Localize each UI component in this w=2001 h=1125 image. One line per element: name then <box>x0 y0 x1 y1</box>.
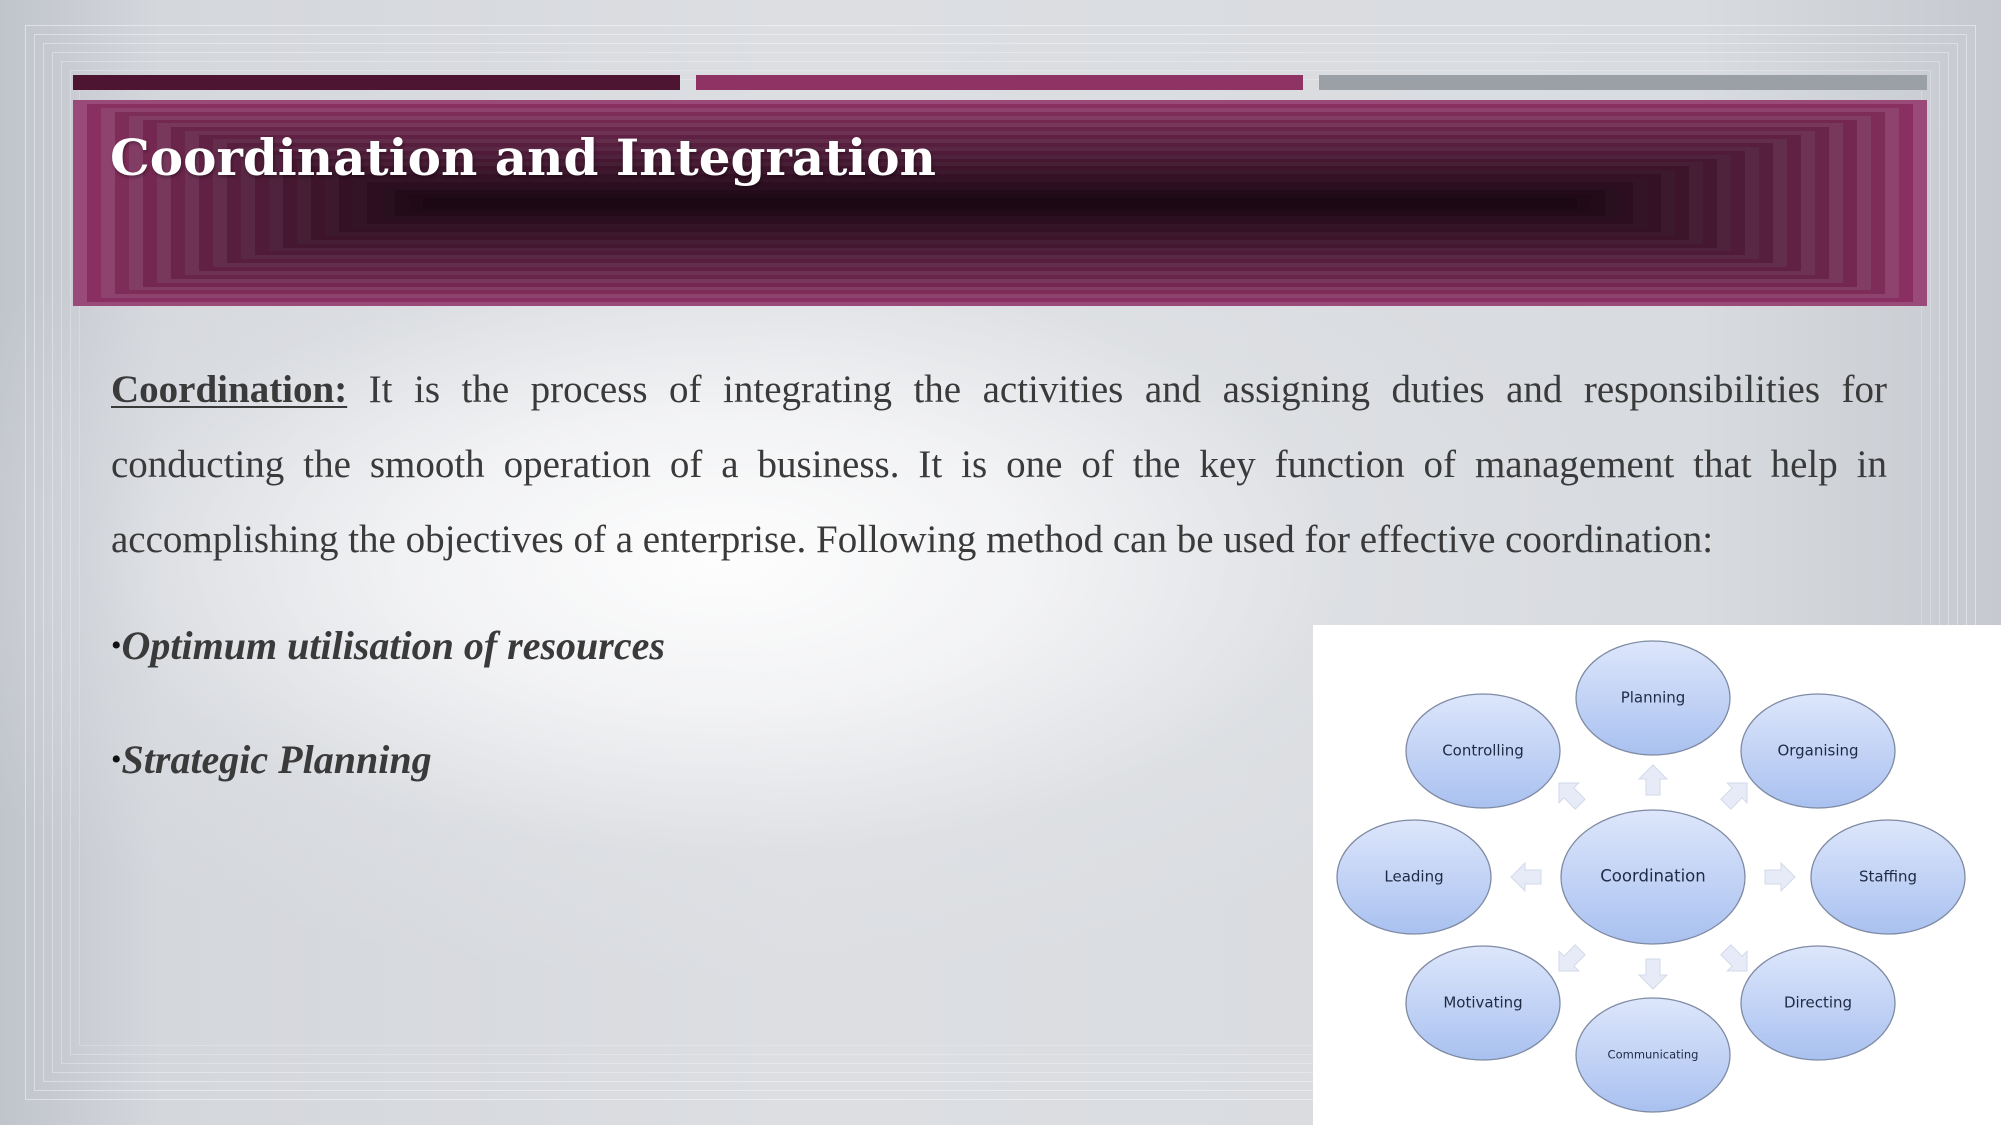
title-band-stripe <box>423 197 1577 209</box>
node-organising-label: Organising <box>1777 742 1858 760</box>
bullet-item: •Strategic Planning <box>111 736 432 783</box>
bullet-label: Optimum utilisation of resources <box>121 623 665 668</box>
arrow-left-icon <box>1510 861 1542 893</box>
node-communicating-label: Communicating <box>1608 1048 1699 1062</box>
node-communicating: Communicating <box>1575 997 1731 1113</box>
node-directing-label: Directing <box>1784 994 1852 1012</box>
arrow-right-icon <box>1764 861 1796 893</box>
node-motivating-label: Motivating <box>1443 994 1522 1012</box>
arrow-down-icon <box>1637 958 1669 990</box>
accent-bar-dark <box>73 75 680 90</box>
bullet-label: Strategic Planning <box>121 737 432 782</box>
body-paragraph: Coordination: It is the process of integ… <box>111 352 1887 577</box>
nodes-layer: Planning Organising Staffing Directing Commu… <box>1336 640 1966 1113</box>
node-controlling: Controlling <box>1405 693 1561 809</box>
node-center-label: Coordination <box>1600 867 1705 886</box>
coordination-diagram: Planning Organising Staffing Directing Commu… <box>1313 625 2001 1125</box>
accent-bar-magenta <box>696 75 1303 90</box>
node-leading: Leading <box>1336 819 1492 935</box>
node-center: Coordination <box>1560 809 1746 945</box>
bullet-item: •Optimum utilisation of resources <box>111 622 665 669</box>
node-planning-label: Planning <box>1621 689 1686 707</box>
arrow-down-left-icon <box>1558 944 1586 972</box>
node-motivating: Motivating <box>1405 945 1561 1061</box>
node-organising: Organising <box>1740 693 1896 809</box>
slide: Coordination and Integration Coordinatio… <box>0 0 2001 1125</box>
slide-title: Coordination and Integration <box>110 128 937 187</box>
arrow-up-icon <box>1637 764 1669 796</box>
node-planning: Planning <box>1575 640 1731 756</box>
node-staffing: Staffing <box>1810 819 1966 935</box>
node-controlling-label: Controlling <box>1442 742 1524 760</box>
bullet-icon: • <box>111 629 122 662</box>
accent-bar-gray <box>1319 75 1927 90</box>
definition-text: It is the process of integrating the act… <box>111 368 1887 561</box>
arrow-up-left-icon <box>1558 782 1586 810</box>
node-leading-label: Leading <box>1384 868 1443 886</box>
bullet-icon: • <box>111 743 122 776</box>
node-staffing-label: Staffing <box>1859 868 1917 886</box>
node-directing: Directing <box>1740 945 1896 1061</box>
diagram-canvas: Planning Organising Staffing Directing Commu… <box>1336 640 1966 1113</box>
term-heading: Coordination: <box>111 368 348 411</box>
